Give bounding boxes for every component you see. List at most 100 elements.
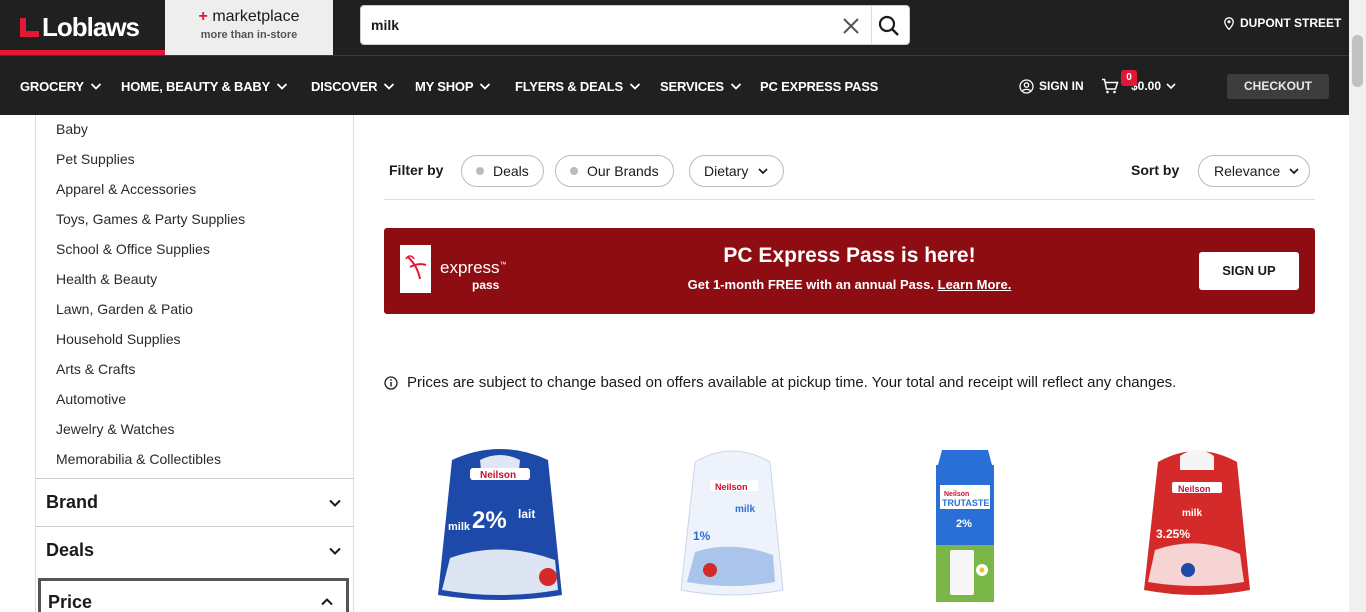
pc-express-pass-banner: express™ pass PC Express Pass is here! G… [384,228,1315,314]
filter-by-label: Filter by [389,162,444,178]
sign-in-label: SIGN IN [1039,79,1084,93]
location-pin-icon [1224,16,1234,30]
chevron-down-icon [758,168,768,175]
product-image-milk-carton[interactable]: Neilson TRUTASTE 2% [930,440,1000,610]
category-link[interactable]: Pet Supplies [56,151,135,167]
svg-text:Neilson: Neilson [1178,484,1211,494]
svg-text:TRUTASTE: TRUTASTE [942,498,989,508]
sort-by-label: Sort by [1131,162,1180,178]
nav-services[interactable]: SERVICES [660,56,742,116]
category-link[interactable]: Memorabilia & Collectibles [56,451,221,467]
product-image-milk-2[interactable]: Neilson 2% milk lait [430,440,570,610]
category-link[interactable]: Apparel & Accessories [56,181,196,197]
nav-label: MY SHOP [415,78,474,94]
filter-chip-deals[interactable]: Deals [461,155,544,187]
sign-up-button[interactable]: SIGN UP [1199,252,1299,290]
banner-subtitle-row: Get 1-month FREE with an annual Pass. Le… [384,277,1315,292]
svg-text:2%: 2% [956,518,972,530]
facet-brand[interactable]: Brand [36,478,354,526]
product-image-milk-3-25[interactable]: Neilson milk 3.25% [1140,440,1255,605]
nav-home-beauty-baby[interactable]: HOME, BEAUTY & BABY [121,56,288,116]
svg-text:Neilson: Neilson [715,482,748,492]
checkout-button[interactable]: CHECKOUT [1227,74,1329,99]
search-bar [360,5,910,45]
chevron-down-icon [1289,168,1299,175]
category-link[interactable]: Toys, Games & Party Supplies [56,211,245,227]
svg-text:milk: milk [448,521,471,533]
category-link[interactable]: Arts & Crafts [56,361,135,377]
sign-in-link[interactable]: SIGN IN [1019,56,1084,116]
loblaws-logo[interactable]: Loblaws [0,0,165,55]
banner-subtitle: Get 1-month FREE with an annual Pass. [687,277,934,292]
category-link[interactable]: Household Supplies [56,331,181,347]
marketplace-link[interactable]: + marketplace more than in-store [165,0,333,55]
notice-text: Prices are subject to change based on of… [407,374,1177,391]
search-input[interactable] [371,6,831,44]
nav-grocery[interactable]: GROCERY [20,56,102,116]
nav-label: DISCOVER [311,78,378,94]
chevron-down-icon [1166,83,1176,90]
facet-label: Deals [46,540,95,560]
nav-label: FLYERS & DEALS [515,78,623,94]
info-icon [384,375,398,390]
facet-label: Brand [46,492,99,512]
chip-dot-icon [570,167,578,175]
banner-title: PC Express Pass is here! [723,244,976,267]
category-link[interactable]: Automotive [56,391,126,407]
sort-dropdown[interactable]: Relevance [1198,155,1310,187]
chip-label: Dietary [704,163,749,179]
chevron-down-icon [90,83,101,90]
store-selector[interactable]: DUPONT STREET [1224,16,1341,30]
filter-dropdown-dietary[interactable]: Dietary [689,155,785,187]
category-link[interactable]: School & Office Supplies [56,241,210,257]
cart-count-badge: 0 [1121,70,1137,86]
product-image-milk-1[interactable]: Neilson milk 1% [675,440,790,605]
svg-text:2%: 2% [472,507,507,534]
search-icon[interactable] [876,13,902,39]
main-nav: GROCERY HOME, BEAUTY & BABY DISCOVER MY … [0,55,1366,115]
scrollbar-thumb[interactable] [1352,35,1363,87]
nav-label: GROCERY [20,78,84,94]
search-divider [871,6,872,44]
category-link[interactable]: Jewelry & Watches [56,421,175,437]
cart-icon [1102,78,1119,94]
page-scrollbar[interactable] [1349,0,1366,612]
nav-pc-express-pass[interactable]: PC EXPRESS PASS [760,56,878,116]
nav-flyers-deals[interactable]: FLYERS & DEALS [515,56,641,116]
divider [384,199,1315,200]
category-link[interactable]: Baby [56,121,88,137]
chip-label: Our Brands [587,163,659,179]
category-link[interactable]: Lawn, Garden & Patio [56,301,193,317]
svg-text:milk: milk [735,504,755,515]
svg-text:1%: 1% [693,529,711,543]
chevron-down-icon [629,83,641,90]
chevron-up-icon [321,598,333,606]
sort-value: Relevance [1214,163,1281,179]
clear-search-icon[interactable] [839,14,863,38]
marketplace-title: marketplace [212,8,300,25]
cart-button[interactable]: 0 $0.00 [1101,56,1177,116]
logo-text: Loblaws [42,12,140,42]
category-link[interactable]: Health & Beauty [56,271,157,287]
learn-more-link[interactable]: Learn More. [938,277,1012,292]
svg-text:lait: lait [518,507,535,521]
loblaws-l-icon [20,18,39,37]
svg-text:Neilson: Neilson [944,491,969,498]
category-sidebar: Baby Pet Supplies Apparel & Accessories … [35,115,354,612]
chevron-down-icon [384,83,395,90]
facet-price[interactable]: Price [38,578,349,612]
svg-text:Neilson: Neilson [480,470,516,481]
chip-dot-icon [476,167,484,175]
nav-discover[interactable]: DISCOVER [311,56,395,116]
nav-my-shop[interactable]: MY SHOP [415,56,491,116]
facet-label: Price [48,591,93,612]
nav-label: PC EXPRESS PASS [760,78,879,94]
chip-label: Deals [493,163,529,179]
facet-deals[interactable]: Deals [36,526,354,574]
nav-label: SERVICES [660,78,724,94]
svg-text:milk: milk [1182,508,1202,519]
marketplace-plus: + [198,8,208,25]
chevron-down-icon [329,499,341,507]
filter-chip-our-brands[interactable]: Our Brands [555,155,674,187]
store-name: DUPONT STREET [1240,16,1342,30]
